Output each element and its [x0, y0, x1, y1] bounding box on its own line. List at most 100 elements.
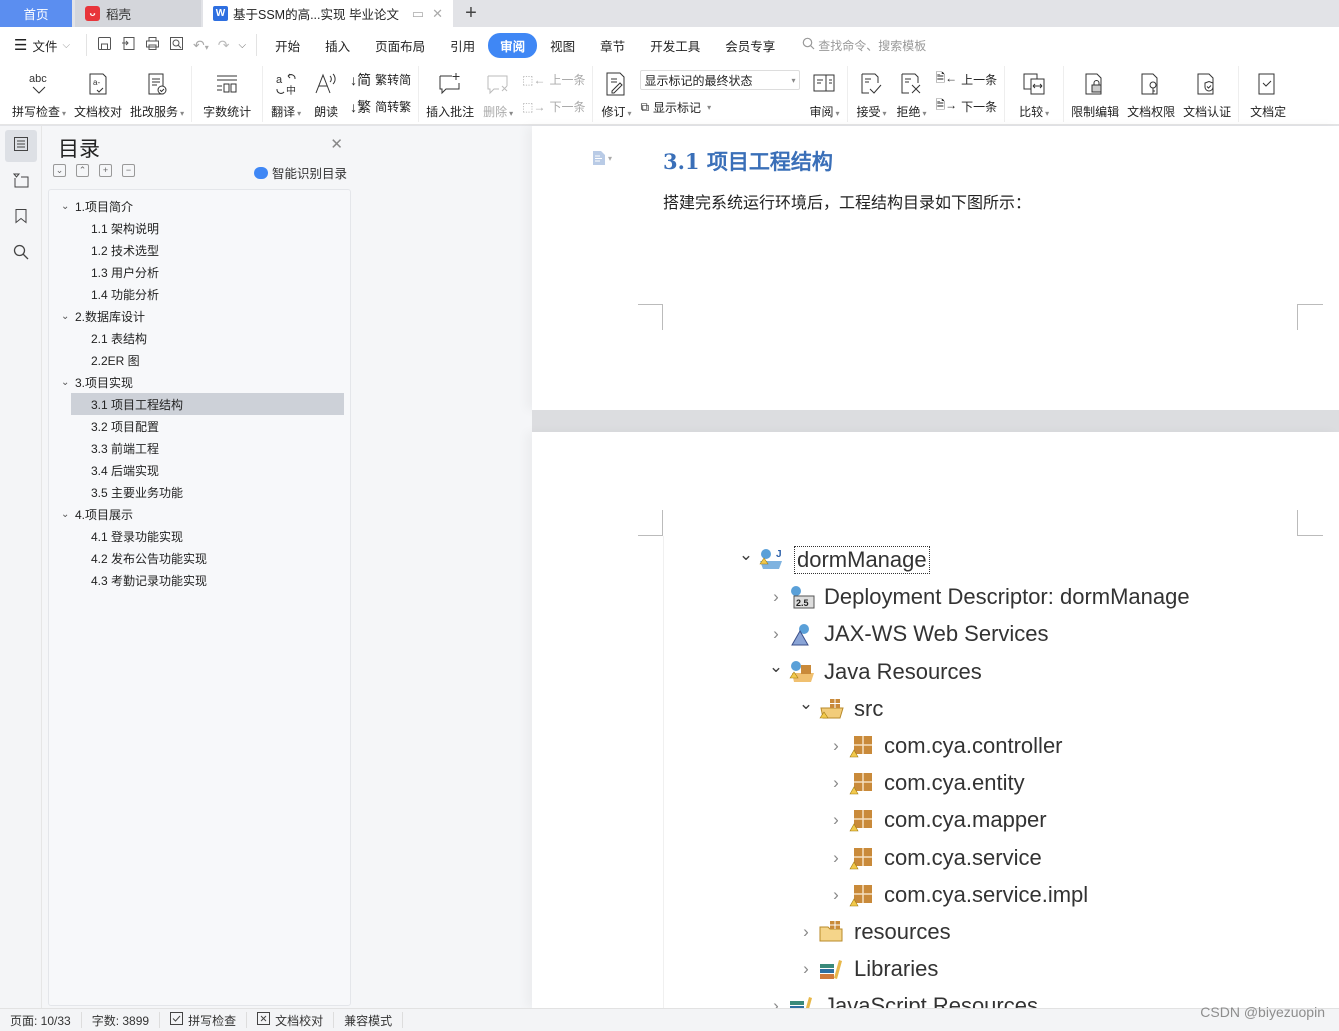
chevron-right-icon[interactable]: ›: [764, 996, 788, 1008]
page-indicator[interactable]: 页面: 10/33: [0, 1012, 82, 1028]
export-pdf-icon[interactable]: [121, 36, 136, 54]
smart-recognize-button[interactable]: 智能识别目录: [253, 163, 347, 182]
find-nav-button[interactable]: [5, 238, 37, 270]
save-icon[interactable]: [97, 36, 112, 54]
tab-start[interactable]: 开始: [263, 33, 312, 58]
chevron-down-icon[interactable]: ⌄: [764, 657, 788, 677]
tab-page-layout[interactable]: 页面布局: [363, 33, 437, 58]
chevron-down-icon[interactable]: ⌄: [734, 545, 758, 565]
tree-node[interactable]: ⌄ JdormManage: [734, 543, 930, 577]
chevron-right-icon[interactable]: ›: [824, 773, 848, 793]
tab-developer[interactable]: 开发工具: [638, 33, 712, 58]
status-doc-proofread-button[interactable]: 文档校对: [247, 1012, 335, 1028]
tree-node[interactable]: › 2.5 Deployment Descriptor: dormManage: [764, 580, 1189, 614]
tab-section[interactable]: 章节: [588, 33, 637, 58]
tree-node[interactable]: › JAX-WS Web Services: [764, 617, 1048, 651]
file-menu-button[interactable]: ☰ 文件 ⌵: [0, 36, 86, 55]
tab-review[interactable]: 审阅: [488, 32, 538, 58]
redo-icon[interactable]: ↷: [218, 37, 230, 54]
toc-item[interactable]: 1.3 用户分析: [49, 261, 350, 283]
next-comment-button[interactable]: ⬚→ 下一条: [522, 98, 585, 115]
trad-to-simp-button[interactable]: ↓简 繁转简: [350, 70, 411, 90]
paragraph-menu-button[interactable]: ▾: [592, 151, 612, 165]
tree-node[interactable]: › com.cya.mapper: [824, 803, 1046, 837]
doc-certification-button[interactable]: 文档认证: [1179, 66, 1235, 122]
chevron-right-icon[interactable]: ›: [824, 736, 848, 756]
simp-to-trad-button[interactable]: ↓繁 简转繁: [350, 97, 411, 117]
markup-mode-select[interactable]: 显示标记的最终状态 ▾: [640, 70, 801, 91]
toc-item[interactable]: 2.2ER 图: [49, 349, 350, 371]
show-markup-button[interactable]: ⧉ 显示标记: [640, 99, 800, 116]
translate-button[interactable]: a中 翻译: [266, 66, 306, 122]
tab-daoke[interactable]: ᴗ 稻壳: [75, 0, 201, 27]
chevron-down-icon[interactable]: ⌄: [794, 694, 818, 714]
chevron-right-icon[interactable]: ›: [764, 624, 788, 644]
status-spell-check-button[interactable]: 拼写检查: [160, 1012, 248, 1028]
new-tab-button[interactable]: +: [458, 0, 484, 27]
toc-item[interactable]: 3.2 项目配置: [49, 415, 350, 437]
doc-permissions-button[interactable]: 文档权限: [1123, 66, 1179, 122]
tree-node[interactable]: › resources: [794, 915, 950, 949]
chevron-right-icon[interactable]: ›: [824, 810, 848, 830]
tree-node[interactable]: › Libraries: [794, 952, 938, 986]
word-count-indicator[interactable]: 字数: 3899: [82, 1012, 161, 1028]
close-tab-icon[interactable]: ✕: [432, 6, 443, 22]
chevron-right-icon[interactable]: ›: [824, 885, 848, 905]
toc-item[interactable]: 2.1 表结构: [49, 327, 350, 349]
tab-document[interactable]: W 基于SSM的高...实现 毕业论文 ▭ ✕: [203, 0, 453, 27]
doc-finalize-button[interactable]: 文档定: [1242, 66, 1294, 122]
toc-item[interactable]: ⌄ 1.项目简介: [49, 195, 350, 217]
toc-item[interactable]: 4.2 发布公告功能实现: [49, 547, 350, 569]
chevron-down-icon[interactable]: ⌄: [61, 509, 75, 520]
chevron-down-icon[interactable]: ⌄: [61, 311, 75, 322]
compare-button[interactable]: 比较: [1008, 66, 1060, 122]
expand-all-icon[interactable]: +: [99, 164, 112, 177]
track-changes-button[interactable]: 修订: [596, 66, 636, 122]
toc-item[interactable]: ⌄ 4.项目展示: [49, 503, 350, 525]
tab-member[interactable]: 会员专享: [713, 33, 787, 58]
toc-item[interactable]: 1.2 技术选型: [49, 239, 350, 261]
delete-comment-button[interactable]: 删除: [478, 66, 518, 122]
pin-icon[interactable]: ▭: [412, 6, 424, 22]
spell-check-button[interactable]: abc 拼写检查: [8, 66, 70, 122]
correction-service-button[interactable]: 批改服务: [126, 66, 188, 122]
bookmark-nav-button[interactable]: [5, 202, 37, 234]
toc-item[interactable]: 4.1 登录功能实现: [49, 525, 350, 547]
undo-icon[interactable]: ↶▾: [193, 37, 209, 54]
toc-item[interactable]: ⌄ 3.项目实现: [49, 371, 350, 393]
review-pane-button[interactable]: 审阅: [804, 66, 844, 122]
chevron-down-icon[interactable]: ⌄: [61, 377, 75, 388]
print-icon[interactable]: [145, 36, 160, 54]
tree-node[interactable]: › com.cya.controller: [824, 729, 1062, 763]
tree-node[interactable]: › JavaScript Resources: [764, 989, 1038, 1008]
tab-insert[interactable]: 插入: [313, 33, 362, 58]
accept-button[interactable]: 接受: [851, 66, 891, 122]
toc-nav-button[interactable]: [5, 130, 37, 162]
tree-node[interactable]: ⌄ src: [794, 692, 883, 726]
tree-node[interactable]: ⌄ Java Resources: [764, 655, 982, 689]
chevron-right-icon[interactable]: ›: [824, 848, 848, 868]
next-change-button[interactable]: 🗎→ 下一条: [935, 96, 997, 117]
command-search[interactable]: 查找命令、搜索模板: [802, 37, 926, 54]
toc-item[interactable]: 4.3 考勤记录功能实现: [49, 569, 350, 591]
tree-node[interactable]: › com.cya.service: [824, 841, 1042, 875]
toc-item[interactable]: 1.4 功能分析: [49, 283, 350, 305]
print-preview-icon[interactable]: [169, 36, 184, 54]
word-count-button[interactable]: 字数统计: [195, 66, 259, 122]
prev-comment-button[interactable]: ⬚← 上一条: [522, 71, 585, 88]
collapse-all-icon[interactable]: −: [122, 164, 135, 177]
insert-comment-button[interactable]: 插入批注: [422, 66, 478, 122]
doc-proofread-button[interactable]: a- 文档校对: [70, 66, 126, 122]
customize-qa-icon[interactable]: ⌵: [238, 40, 246, 51]
tree-node[interactable]: › com.cya.service.impl: [824, 878, 1088, 912]
chevron-right-icon[interactable]: ›: [794, 922, 818, 942]
toc-item[interactable]: ⌄ 2.数据库设计: [49, 305, 350, 327]
chevron-right-icon[interactable]: ›: [794, 959, 818, 979]
tab-view[interactable]: 视图: [538, 33, 587, 58]
reject-button[interactable]: 拒绝: [891, 66, 931, 122]
close-icon[interactable]: ✕: [330, 135, 343, 153]
chevron-down-icon[interactable]: ⌄: [61, 201, 75, 212]
read-aloud-button[interactable]: 朗读: [306, 66, 346, 122]
chapter-nav-button[interactable]: [5, 166, 37, 198]
tree-node[interactable]: › com.cya.entity: [824, 766, 1024, 800]
